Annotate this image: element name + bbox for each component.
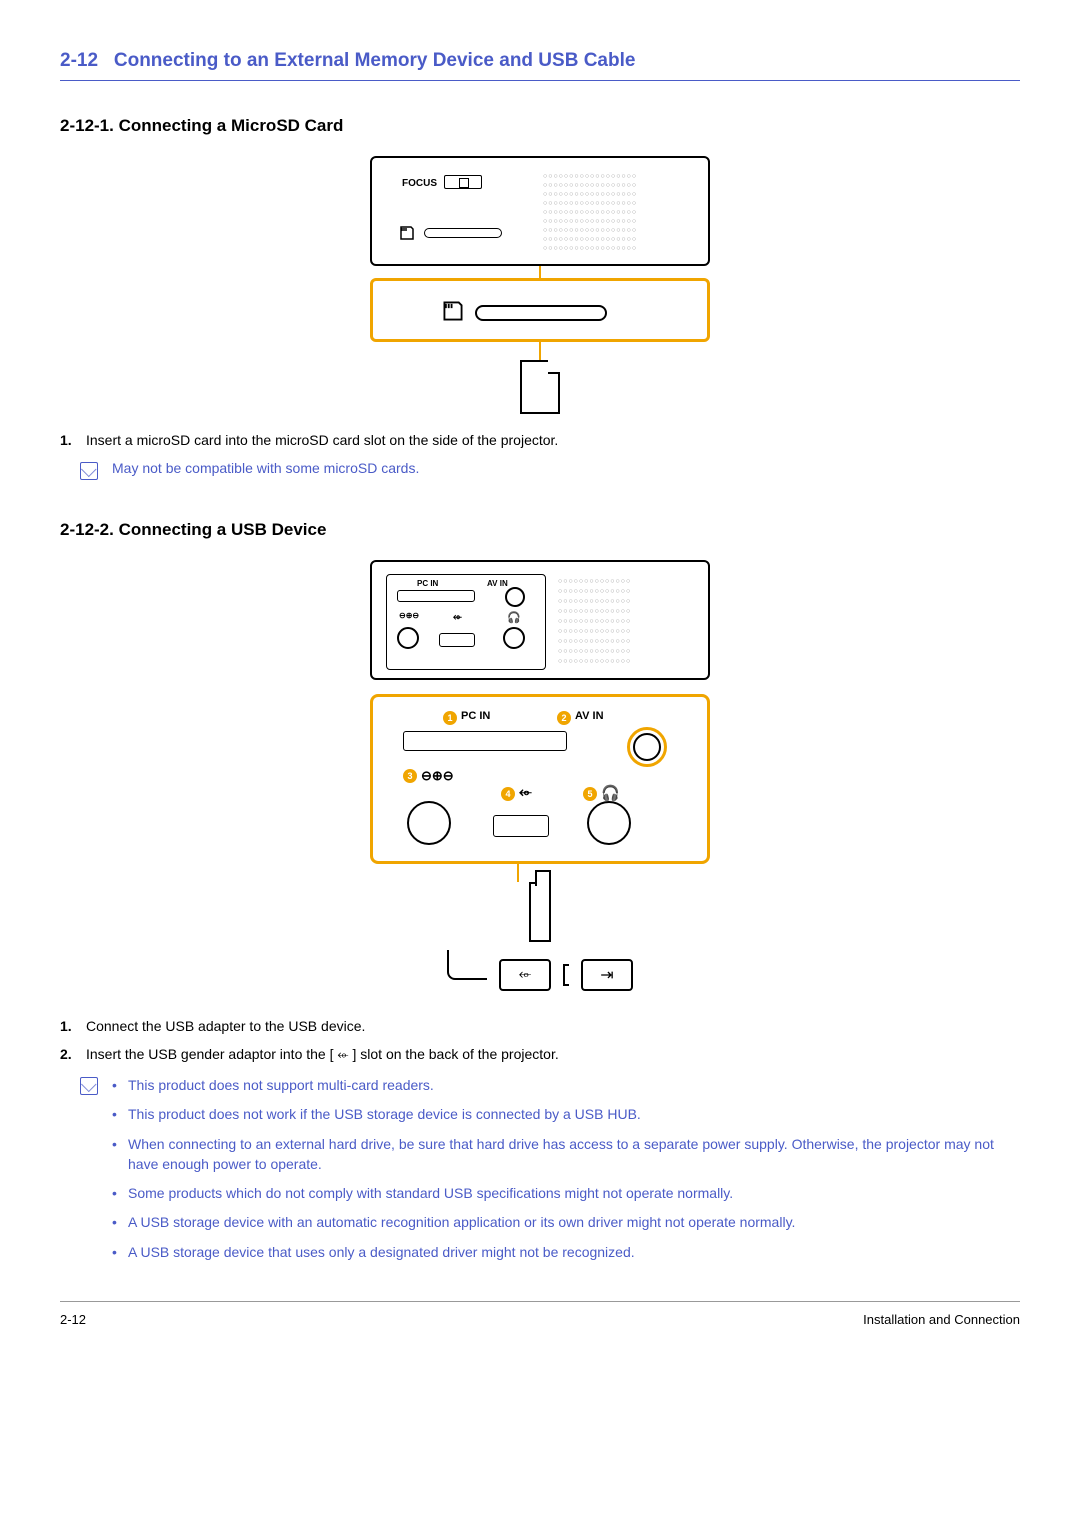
step-text-after: ] slot on the back of the projector. xyxy=(349,1046,559,1062)
microsd-slot-icon xyxy=(424,228,502,238)
microsd-diagram: FOCUS ○○○○○○○○○○○○○○○○○○ ○○○○○○○○○○○○○○○… xyxy=(60,156,1020,414)
usb-b-connector-icon: ⇥ xyxy=(581,959,633,991)
usb-diagram: PC IN AV IN ⊖⊕⊖ ⬰ 🎧 ○○○○○○○○○○○○○○ ○○○○○… xyxy=(60,560,1020,1000)
usb-cable-row: ⬰ ⇥ xyxy=(370,950,710,1000)
dc-jack-icon xyxy=(397,627,419,649)
port-panel: PC IN AV IN ⊖⊕⊖ ⬰ 🎧 xyxy=(386,574,546,670)
callout-badge: 3 xyxy=(403,769,417,783)
callout-badge: 1 xyxy=(443,711,457,725)
usb-a-connector-icon: ⬰ xyxy=(499,959,551,991)
projector-back-panel: PC IN AV IN ⊖⊕⊖ ⬰ 🎧 ○○○○○○○○○○○○○○ ○○○○○… xyxy=(370,560,710,680)
footer-chapter-title: Installation and Connection xyxy=(863,1312,1020,1327)
heading-number: 2-12 xyxy=(60,50,98,71)
audio-jack-icon xyxy=(587,801,631,845)
step-number: 2. xyxy=(60,1046,78,1063)
av-in-label: AV IN xyxy=(575,710,604,722)
vent-grid-icon: ○○○○○○○○○○○○○○○○○○ ○○○○○○○○○○○○○○○○○○ ○○… xyxy=(543,172,688,254)
section-2-notes: This product does not support multi-card… xyxy=(80,1075,1020,1271)
section-2-steps: 1. Connect the USB adapter to the USB de… xyxy=(60,1018,1020,1063)
note-item: Some products which do not comply with s… xyxy=(112,1183,1020,1203)
sd-logo-icon xyxy=(399,226,415,243)
step-number: 1. xyxy=(60,432,78,448)
pc-in-label: PC IN xyxy=(417,579,438,588)
cable-line-icon xyxy=(447,950,487,980)
av-in-label: AV IN xyxy=(487,579,508,588)
step-item: 1. Connect the USB adapter to the USB de… xyxy=(60,1018,1020,1034)
callout-badge: 4 xyxy=(501,787,515,801)
heading-title: Connecting to an External Memory Device … xyxy=(114,50,636,71)
footer-page-number: 2-12 xyxy=(60,1312,86,1327)
note-text: May not be compatible with some microSD … xyxy=(112,460,419,476)
headphone-symbol-icon: 🎧 xyxy=(601,784,620,802)
step-text: Connect the USB adapter to the USB devic… xyxy=(86,1018,365,1034)
usb-port-icon xyxy=(439,633,475,647)
microsd-slot-icon xyxy=(475,305,607,321)
section-2-heading: 2-12-2. Connecting a USB Device xyxy=(60,520,1020,540)
sd-logo-icon xyxy=(441,301,465,326)
av-jack-icon xyxy=(505,587,525,607)
usb-port-icon xyxy=(493,815,549,837)
usb-symbol-icon: ⬰ xyxy=(519,784,532,802)
step-item: 2. Insert the USB gender adaptor into th… xyxy=(60,1046,1020,1063)
note-item: When connecting to an external hard driv… xyxy=(112,1134,1020,1175)
note-icon xyxy=(80,462,98,480)
microsd-slot-closeup xyxy=(370,278,710,342)
note-item: A USB storage device with an automatic r… xyxy=(112,1212,1020,1232)
usb-plug-icon xyxy=(529,882,551,942)
notes-list: This product does not support multi-card… xyxy=(112,1075,1020,1271)
callout-badge: 2 xyxy=(557,711,571,725)
section-1-note: May not be compatible with some microSD … xyxy=(80,460,1020,480)
av-jack-icon xyxy=(633,733,661,761)
pc-in-label: PC IN xyxy=(461,710,490,722)
projector-side-panel: FOCUS ○○○○○○○○○○○○○○○○○○ ○○○○○○○○○○○○○○○… xyxy=(370,156,710,266)
step-text: Insert the USB gender adaptor into the [… xyxy=(86,1046,559,1063)
step-text-before: Insert the USB gender adaptor into the [ xyxy=(86,1046,337,1062)
dc-symbol-icon: ⊖⊕⊖ xyxy=(421,768,454,784)
connector-line-icon xyxy=(539,342,541,360)
headphone-symbol-icon: 🎧 xyxy=(507,611,521,624)
usb-symbol-icon: ⬰ xyxy=(337,1046,348,1062)
step-number: 1. xyxy=(60,1018,78,1034)
usb-symbol-icon: ⬰ xyxy=(453,611,462,624)
vent-grid-icon: ○○○○○○○○○○○○○○ ○○○○○○○○○○○○○○ ○○○○○○○○○○… xyxy=(558,577,688,667)
ports-closeup: 1 PC IN 2 AV IN 3 ⊖⊕⊖ 4 ⬰ 5 🎧 xyxy=(370,694,710,864)
step-item: 1. Insert a microSD card into the microS… xyxy=(60,432,1020,448)
note-item: A USB storage device that uses only a de… xyxy=(112,1242,1020,1262)
section-1-heading: 2-12-1. Connecting a MicroSD Card xyxy=(60,116,1020,136)
vga-port-icon xyxy=(403,731,567,751)
dc-jack-icon xyxy=(407,801,451,845)
focus-switch-icon xyxy=(444,175,482,189)
connector-line-icon xyxy=(517,864,519,882)
audio-jack-icon xyxy=(503,627,525,649)
step-text: Insert a microSD card into the microSD c… xyxy=(86,432,558,448)
callout-badge: 5 xyxy=(583,787,597,801)
focus-label: FOCUS xyxy=(402,178,437,189)
cable-join-icon xyxy=(563,964,569,986)
page-footer: 2-12 Installation and Connection xyxy=(60,1301,1020,1327)
note-icon xyxy=(80,1077,98,1095)
connector-line-icon xyxy=(539,266,541,278)
vga-port-icon xyxy=(397,590,475,602)
dc-symbol-icon: ⊖⊕⊖ xyxy=(399,611,419,620)
note-item: This product does not support multi-card… xyxy=(112,1075,1020,1095)
note-item: This product does not work if the USB st… xyxy=(112,1104,1020,1124)
section-1-steps: 1. Insert a microSD card into the microS… xyxy=(60,432,1020,448)
microsd-card-icon xyxy=(520,360,560,414)
page-heading: 2-12 Connecting to an External Memory De… xyxy=(60,50,1020,81)
